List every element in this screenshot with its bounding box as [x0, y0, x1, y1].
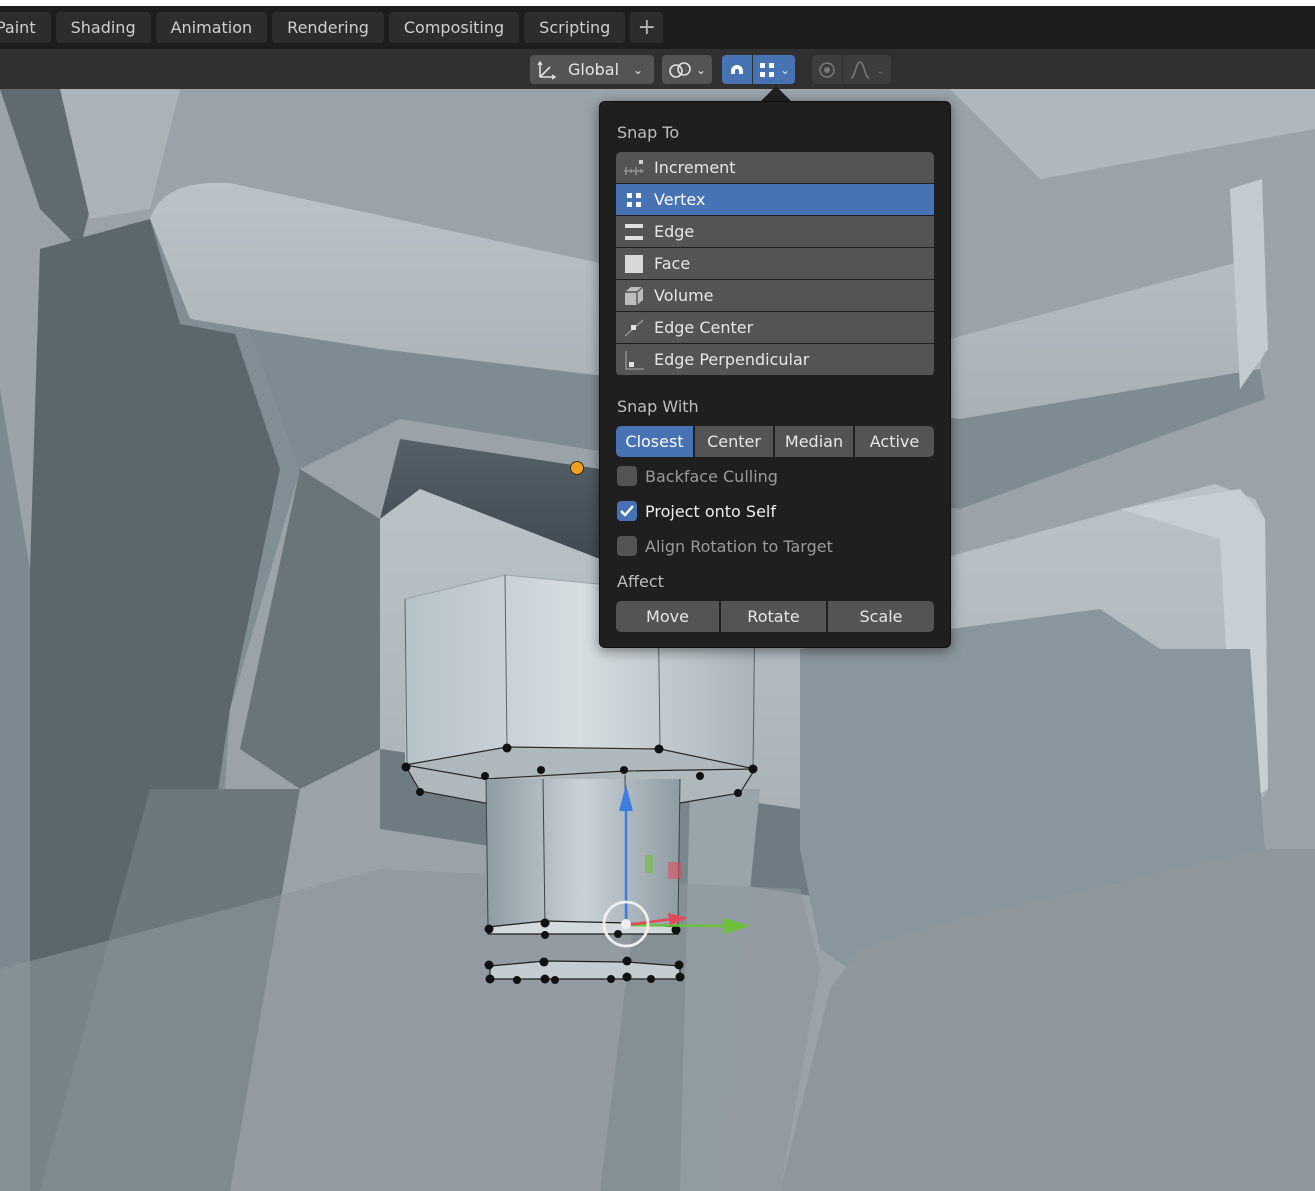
proportional-editing-controls: ⌄	[812, 55, 891, 84]
vertex-icon	[616, 184, 652, 215]
affect-label: Affect	[617, 572, 664, 591]
backface-culling-checkbox[interactable]: Backface Culling	[617, 464, 778, 488]
popover-arrow	[760, 86, 792, 102]
snap-target-dropdown[interactable]: ⌄	[753, 55, 795, 84]
snap-to-increment[interactable]: Increment	[616, 152, 934, 183]
affect-rotate-button[interactable]: Rotate	[721, 601, 826, 632]
volume-icon	[616, 280, 652, 311]
chevron-down-icon: ⌄	[779, 62, 791, 77]
edge-perpendicular-icon	[616, 344, 652, 375]
backface-culling-label: Backface Culling	[645, 466, 778, 486]
add-workspace-button[interactable]: +	[630, 12, 664, 43]
project-onto-self-checkbox[interactable]: Project onto Self	[617, 499, 776, 523]
tab-rendering[interactable]: Rendering	[272, 12, 384, 43]
proportional-editing-toggle[interactable]	[812, 55, 842, 84]
project-onto-self-label: Project onto Self	[645, 501, 776, 521]
snap-controls: ⌄	[722, 55, 795, 84]
face-icon	[616, 248, 652, 279]
snap-to-edge[interactable]: Edge	[616, 216, 934, 247]
snap-to-increment-label: Increment	[654, 158, 736, 177]
snap-with-closest[interactable]: Closest	[616, 426, 693, 457]
snap-to-edge-perpendicular-label: Edge Perpendicular	[654, 350, 810, 369]
tab-scripting[interactable]: Scripting	[524, 12, 626, 43]
snap-with-selector: Closest Center Median Active	[616, 426, 934, 457]
tab-shading[interactable]: Shading	[55, 12, 151, 43]
pivot-point-dropdown[interactable]: ⌄	[662, 55, 712, 84]
align-rotation-checkbox[interactable]: Align Rotation to Target	[617, 534, 833, 558]
snap-to-list: Increment Vertex Edge Face Volume Edge C…	[616, 152, 934, 376]
snap-to-edge-center-label: Edge Center	[654, 318, 754, 337]
affect-move-button[interactable]: Move	[616, 601, 719, 632]
snap-to-edge-center[interactable]: Edge Center	[616, 312, 934, 343]
snap-with-active[interactable]: Active	[855, 426, 934, 457]
vertex-snap-icon	[758, 61, 776, 79]
snap-with-label: Snap With	[617, 397, 699, 416]
checkbox-box	[617, 536, 637, 556]
snap-to-vertex-label: Vertex	[654, 190, 706, 209]
chevron-down-icon: ⌄	[874, 62, 886, 77]
snap-popover: Snap To Increment Vertex Edge Face Volum…	[599, 101, 951, 648]
chevron-down-icon: ⌄	[695, 62, 707, 77]
snap-to-edge-label: Edge	[654, 222, 695, 241]
tab-paint[interactable]: Paint	[0, 12, 51, 43]
snap-to-volume[interactable]: Volume	[616, 280, 934, 311]
edge-center-icon	[616, 312, 652, 343]
falloff-dropdown[interactable]: ⌄	[843, 55, 891, 84]
orientation-label: Global	[568, 60, 620, 79]
snap-to-label: Snap To	[617, 123, 680, 142]
snap-to-edge-perpendicular[interactable]: Edge Perpendicular	[616, 344, 934, 375]
proportional-editing-icon	[817, 60, 837, 80]
orientation-gizmo-icon	[536, 59, 558, 81]
affect-selector: Move Rotate Scale	[616, 601, 934, 632]
falloff-curve-icon	[849, 60, 871, 80]
align-rotation-label: Align Rotation to Target	[645, 536, 833, 556]
checkbox-box	[617, 466, 637, 486]
viewport-header: Global ⌄ ⌄ ⌄ ⌄	[0, 49, 1315, 89]
snap-to-vertex[interactable]: Vertex	[616, 184, 934, 215]
snap-with-center[interactable]: Center	[695, 426, 773, 457]
tab-animation[interactable]: Animation	[155, 12, 268, 43]
pivot-icon	[668, 60, 692, 80]
increment-icon	[616, 152, 652, 183]
checkmark-icon	[617, 501, 637, 521]
object-origin	[570, 461, 584, 475]
chevron-down-icon: ⌄	[633, 62, 644, 77]
edge-icon	[616, 216, 652, 247]
magnet-icon	[727, 60, 747, 80]
affect-scale-button[interactable]: Scale	[828, 601, 934, 632]
tab-compositing[interactable]: Compositing	[388, 12, 520, 43]
workspace-tabs-bar: Paint Shading Animation Rendering Compos…	[0, 6, 1315, 49]
transform-orientation-dropdown[interactable]: Global ⌄	[530, 55, 654, 84]
snap-toggle-button[interactable]	[722, 55, 752, 84]
snap-to-face-label: Face	[654, 254, 691, 273]
snap-to-face[interactable]: Face	[616, 248, 934, 279]
snap-with-median[interactable]: Median	[775, 426, 853, 457]
snap-to-volume-label: Volume	[654, 286, 714, 305]
